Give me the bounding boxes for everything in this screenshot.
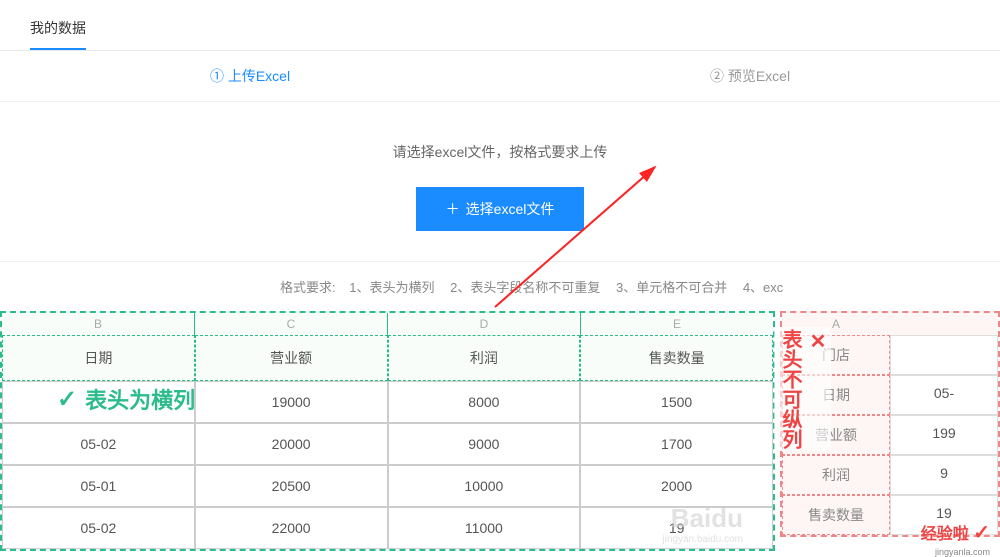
plus-icon: ＋ bbox=[446, 201, 460, 217]
logo-check-icon: ✓ bbox=[973, 522, 990, 544]
table-cell: 9 bbox=[890, 455, 998, 495]
x-icon: ✕ bbox=[805, 329, 829, 445]
step1-label: 上传Excel bbox=[228, 68, 290, 84]
col-letter: B bbox=[2, 313, 195, 335]
incorrect-caption: ✕ 表头不可纵列 bbox=[774, 327, 831, 451]
table-cell: 售卖数量 bbox=[782, 495, 890, 535]
col-letter: C bbox=[195, 313, 388, 335]
table-cell: 1500 bbox=[580, 381, 773, 423]
select-file-button[interactable]: ＋选择excel文件 bbox=[416, 187, 585, 231]
col-letter: E bbox=[581, 313, 773, 335]
step2-num: ② bbox=[710, 68, 724, 84]
step2-label: 预览Excel bbox=[728, 68, 790, 84]
jingyanla-url: jingyanla.com bbox=[935, 547, 990, 557]
table-cell: 11000 bbox=[388, 507, 581, 549]
table-cell: 利润 bbox=[782, 455, 890, 495]
table-cell: 19000 bbox=[195, 381, 388, 423]
step1-num: ① bbox=[210, 68, 224, 84]
steps-nav: ① 上传Excel ② 预览Excel bbox=[0, 51, 1000, 102]
example-table-correct: B C D E 日期 营业额 利润 售卖数量 19000 8000 1500 ✓… bbox=[0, 311, 775, 551]
example-table-incorrect: ✕ 表头不可纵列 A 门店 日期05- 营业额199 利润9 售卖数量19 bbox=[780, 311, 1000, 537]
table-cell: 8000 bbox=[388, 381, 581, 423]
check-icon: ✓ bbox=[57, 385, 77, 414]
table-cell: 10000 bbox=[388, 465, 581, 507]
table-cell: 199 bbox=[890, 415, 998, 455]
step-upload[interactable]: ① 上传Excel bbox=[0, 66, 500, 86]
table-header-cell: 营业额 bbox=[195, 335, 388, 381]
step-preview[interactable]: ② 预览Excel bbox=[500, 66, 1000, 86]
format-requirements: 格式要求: 1、表头为横列 2、表头字段名称不可重复 3、单元格不可合并 4、e… bbox=[0, 261, 1000, 311]
table-cell: 20500 bbox=[195, 465, 388, 507]
col-letter: D bbox=[388, 313, 581, 335]
watermark-url: jingyan.baidu.com bbox=[662, 534, 743, 545]
col-letter bbox=[890, 313, 998, 335]
upload-instruction: 请选择excel文件，按格式要求上传 bbox=[0, 142, 1000, 162]
table-cell: 22000 bbox=[195, 507, 388, 549]
table-cell bbox=[890, 335, 998, 375]
table-cell: 1700 bbox=[580, 423, 773, 465]
jingyanla-logo: 经验啦 ✓ bbox=[921, 520, 990, 545]
table-cell: 20000 bbox=[195, 423, 388, 465]
table-cell: 05-01 bbox=[2, 465, 195, 507]
table-header-cell: 利润 bbox=[388, 335, 581, 381]
table-cell: 05-02 bbox=[2, 423, 195, 465]
table-cell: 2000 bbox=[580, 465, 773, 507]
table-header-cell: 售卖数量 bbox=[580, 335, 773, 381]
table-header-cell: 日期 bbox=[2, 335, 195, 381]
table-cell: 05-02 bbox=[2, 507, 195, 549]
main-tab[interactable]: 我的数据 bbox=[30, 10, 86, 50]
correct-caption: ✓ 表头为横列 bbox=[57, 383, 195, 415]
table-cell: 05- bbox=[890, 375, 998, 415]
table-cell: 9000 bbox=[388, 423, 581, 465]
